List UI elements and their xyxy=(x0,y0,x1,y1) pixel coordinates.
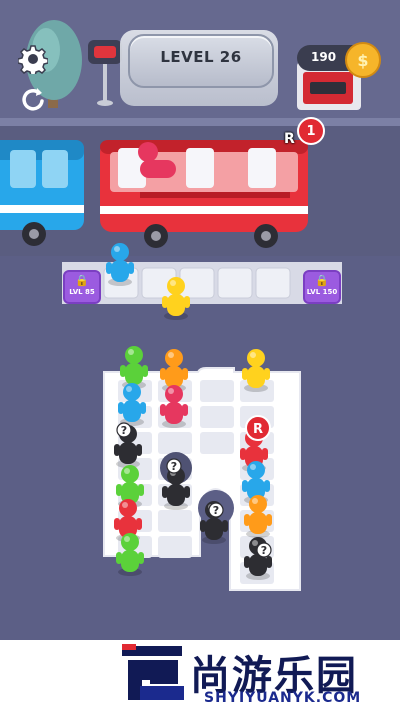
waiting-slot[interactable] xyxy=(255,267,291,299)
waiting-slot[interactable] xyxy=(217,267,253,299)
hidden-marker: ? xyxy=(116,422,132,438)
svg-text:R: R xyxy=(253,422,263,437)
hidden-marker: ? xyxy=(166,458,182,474)
board-cell xyxy=(158,432,192,454)
locked-slot-right[interactable]: 🔒 LVL 150 xyxy=(303,270,341,304)
coin-counter: 190 $ xyxy=(297,42,381,78)
hidden-marker: ? xyxy=(208,502,224,518)
waiting-slot[interactable] xyxy=(179,267,215,299)
svg-text:?: ? xyxy=(121,424,127,437)
curb xyxy=(0,118,400,126)
board-cell xyxy=(158,510,192,532)
lock-icon: 🔒 xyxy=(75,274,89,287)
board-cell xyxy=(200,432,234,454)
locked-slot-right-label: LVL 150 xyxy=(306,288,338,296)
bus-capacity-badge: 1 xyxy=(297,117,325,145)
hidden-marker: ? xyxy=(256,542,272,558)
level-indicator: LEVEL 26 xyxy=(128,34,274,88)
game-scene: ???? R xyxy=(0,0,400,711)
watermark-logo xyxy=(122,644,184,700)
board-cell xyxy=(158,536,192,558)
settings-button[interactable] xyxy=(16,42,50,76)
reserved-marker: R xyxy=(245,415,271,441)
red-bus[interactable] xyxy=(100,140,308,248)
bus-type-badge: R xyxy=(284,131,295,147)
locked-slot-left[interactable]: 🔒 LVL 85 xyxy=(63,270,101,304)
locked-slot-left-label: LVL 85 xyxy=(69,288,95,296)
lock-icon: 🔒 xyxy=(315,274,329,287)
watermark-en: SHYIYUANYK.COM xyxy=(204,690,362,706)
restart-icon xyxy=(22,88,44,111)
board-cell xyxy=(200,406,234,428)
coin-value: 190 xyxy=(311,50,337,64)
restart-button[interactable] xyxy=(16,82,50,116)
svg-text:?: ? xyxy=(261,544,267,557)
game-screen: ???? R LEVEL 26 190 $ 1 R 🔒 LVL 85 🔒 LVL … xyxy=(0,0,400,711)
level-label: LEVEL 26 xyxy=(160,48,242,66)
svg-text:?: ? xyxy=(171,460,177,473)
gear-icon xyxy=(18,45,48,74)
svg-text:?: ? xyxy=(213,504,219,517)
board-cell xyxy=(200,380,234,402)
coin-icon: $ xyxy=(345,42,381,78)
